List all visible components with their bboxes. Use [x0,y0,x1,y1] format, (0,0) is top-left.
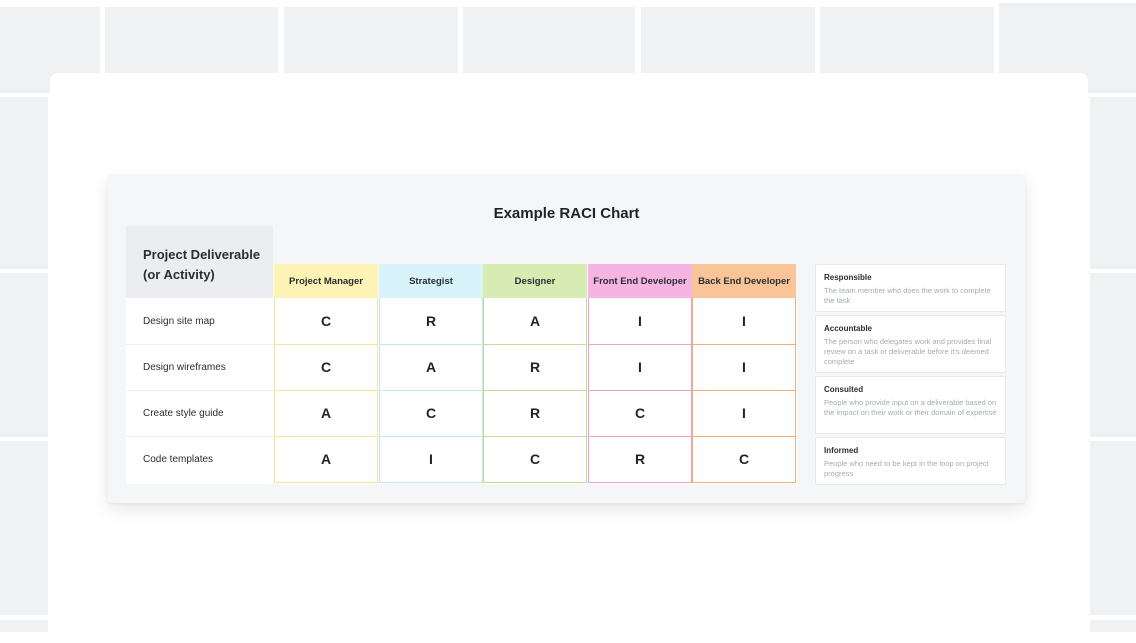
legend-description: The person who delegates work and provid… [824,337,992,366]
raci-cell-strategist: C [425,405,437,421]
raci-chart-card: Example RACI Chart Project Deliverable (… [108,175,1025,503]
bg-tile [0,441,48,615]
bg-tile [0,97,48,269]
role-header-back-end-developer: Back End Developer [692,264,796,299]
raci-cell-project-manager: C [320,313,332,329]
row-divider [126,344,273,345]
bg-tile [0,620,48,632]
role-header-project-manager: Project Manager [274,264,378,299]
row-divider [126,436,273,437]
raci-cell-front-end-developer: I [638,313,642,329]
bg-tile [1090,273,1136,437]
legend-description: People who need to be kept in the loop o… [824,459,989,478]
bg-tile [0,273,48,437]
legend-item-informed: Informed People who need to be kept in th… [815,437,1006,485]
raci-cell-designer: R [529,405,541,421]
raci-cell-project-manager: A [320,405,332,421]
deliverable-header-line-2: (or Activity) [143,267,215,282]
deliverable-column-header: Project Deliverable (or Activity) [126,226,273,298]
raci-cell-project-manager: C [320,359,332,375]
legend-description: People who provide input on a deliverabl… [824,398,997,417]
raci-cell-front-end-developer: I [638,359,642,375]
bg-tile [1090,441,1136,615]
raci-cell-back-end-developer: I [742,405,746,421]
raci-cell-strategist: R [425,313,437,329]
raci-cell-front-end-developer: R [634,451,646,467]
deliverable-label: Design wireframes [143,361,226,373]
deliverable-label: Code templates [143,453,214,465]
raci-cell-project-manager: A [320,451,332,467]
bg-tile [1090,97,1136,269]
raci-cell-front-end-developer: C [634,405,646,421]
role-header-designer: Designer [483,264,587,299]
legend-description: The team member who does the work to com… [824,286,991,305]
legend-item-consulted: Consulted People who provide input on a d… [815,376,1006,434]
legend-title: Responsible [824,273,872,282]
raci-cell-back-end-developer: I [742,313,746,329]
raci-cell-designer: R [529,359,541,375]
role-header-front-end-developer: Front End Developer [588,264,692,299]
bg-tile [1090,620,1136,632]
raci-cell-strategist: I [429,451,433,467]
legend-title: Consulted [824,385,864,394]
legend-item-responsible: Responsible The team member who does the … [815,264,1006,312]
legend-title: Informed [824,446,859,455]
deliverable-label: Create style guide [143,407,224,419]
legend-title: Accountable [824,324,873,333]
deliverable-header-line-1: Project Deliverable [143,247,261,262]
raci-cell-back-end-developer: I [742,359,746,375]
raci-cell-strategist: A [425,359,437,375]
role-header-strategist: Strategist [379,264,483,299]
raci-cell-designer: C [529,451,541,467]
raci-cell-back-end-developer: C [738,451,750,467]
raci-cell-designer: A [529,313,541,329]
row-divider [126,390,273,391]
legend-item-accountable: Accountable The person who delegates work… [815,315,1006,373]
deliverable-label: Design site map [143,315,215,327]
chart-title: Example RACI Chart [493,205,640,222]
